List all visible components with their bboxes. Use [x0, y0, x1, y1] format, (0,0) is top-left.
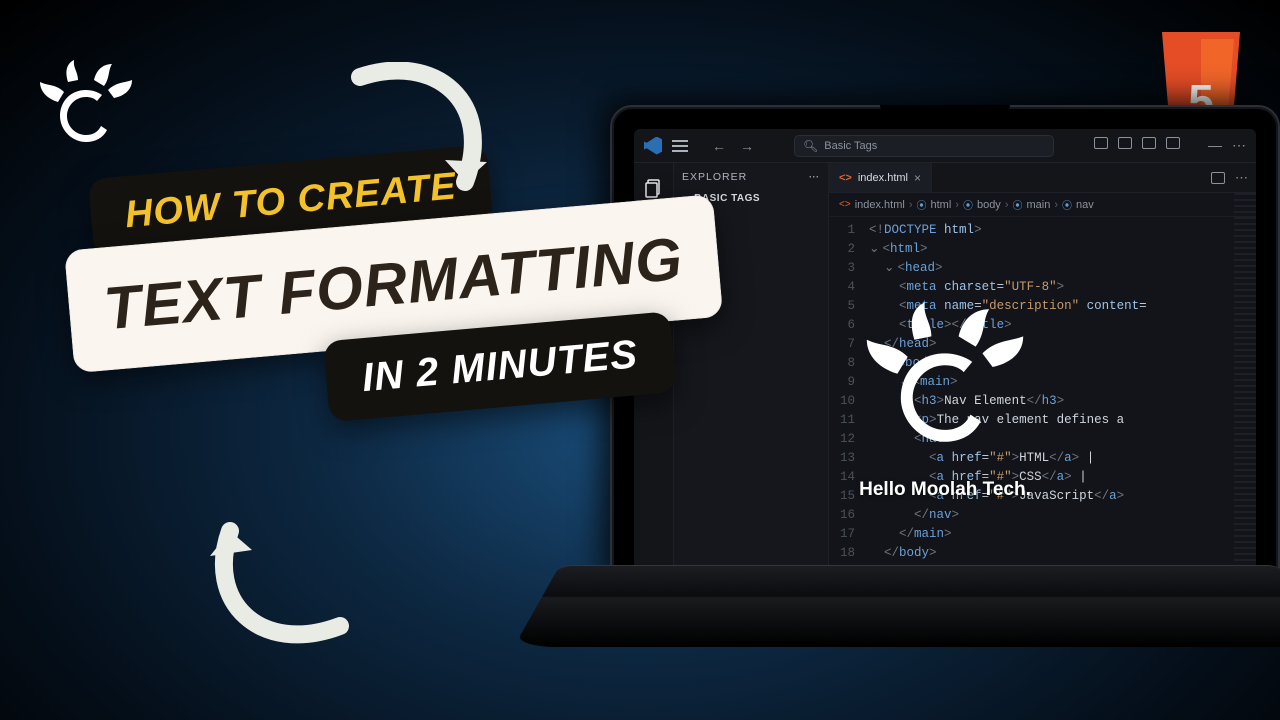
layout-panel-left-icon[interactable] [1094, 137, 1108, 149]
nav-back-icon[interactable]: ← [712, 138, 726, 154]
tab-filename: index.html [858, 172, 908, 184]
html-file-icon: <> [839, 199, 851, 210]
search-icon: 🔍︎ [803, 139, 818, 153]
tag-icon: ⦿ [1062, 197, 1072, 212]
breadcrumbs[interactable]: <>index.html › ⦿html › ⦿body › ⦿main › ⦿… [829, 193, 1256, 217]
sidebar-more-icon[interactable]: ⋯ [809, 171, 821, 183]
layout-panel-right-icon[interactable] [1142, 137, 1156, 149]
layout-panel-bottom-icon[interactable] [1118, 137, 1132, 149]
split-editor-icon[interactable] [1211, 172, 1225, 184]
editor-tab-index[interactable]: <> index.html × [829, 163, 932, 192]
command-center-search[interactable]: 🔍︎ Basic Tags [794, 135, 1054, 157]
brand-logo-corner [36, 58, 136, 158]
minimap[interactable] [1234, 193, 1256, 569]
vscode-window: ← → 🔍︎ Basic Tags — ⋯ [634, 129, 1256, 569]
window-minimize-icon[interactable]: — [1208, 137, 1222, 154]
tag-icon: ⦿ [1012, 197, 1022, 212]
editor-tabbar: <> index.html × ⋯ [829, 163, 1256, 193]
brand-logo-screen [860, 299, 1030, 469]
tag-icon: ⦿ [917, 197, 927, 212]
curved-arrow-top [345, 62, 515, 212]
window-more-icon[interactable]: ⋯ [1232, 137, 1246, 154]
layout-customize-icon[interactable] [1166, 137, 1180, 149]
nav-forward-icon[interactable]: → [740, 138, 754, 154]
curved-arrow-bottom [190, 506, 350, 646]
vscode-titlebar: ← → 🔍︎ Basic Tags — ⋯ [634, 129, 1256, 163]
html-file-icon: <> [839, 172, 852, 184]
search-text: Basic Tags [824, 140, 877, 152]
tab-close-icon[interactable]: × [914, 171, 921, 185]
tab-more-icon[interactable]: ⋯ [1235, 170, 1248, 186]
tag-icon: ⦿ [963, 197, 973, 212]
screen-caption: Hello Moolah Tech. [634, 479, 1256, 501]
